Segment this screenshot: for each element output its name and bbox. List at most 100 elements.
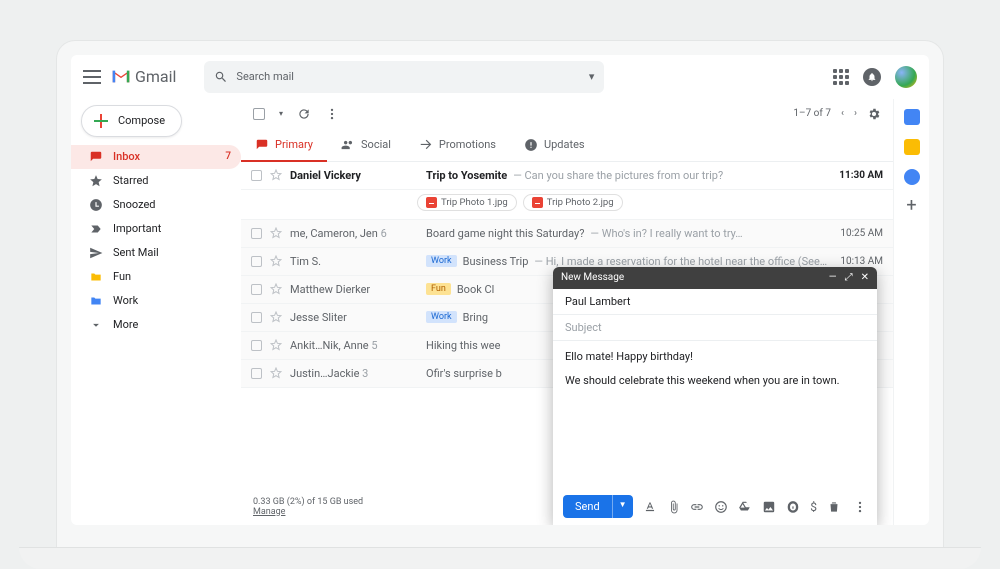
compose-header[interactable]: New Message — ⤢ ✕ <box>553 267 877 289</box>
sidebar-item-fun[interactable]: Fun <box>71 265 241 289</box>
sidebar-item-snoozed[interactable]: Snoozed <box>71 193 241 217</box>
keep-icon[interactable] <box>904 139 920 155</box>
image-icon[interactable] <box>762 500 776 514</box>
screen: Gmail Search mail ▾ Compose <box>71 55 929 525</box>
nav-label: Sent Mail <box>113 246 159 259</box>
tab-icon <box>341 138 355 152</box>
folder-blue-icon <box>89 294 103 308</box>
email-checkbox[interactable] <box>251 228 262 239</box>
laptop-frame: Gmail Search mail ▾ Compose <box>57 41 943 553</box>
sidebar-item-important[interactable]: Important <box>71 217 241 241</box>
email-sender: Justin…Jackie 3 <box>290 367 418 380</box>
tab-icon <box>419 138 433 152</box>
format-icon[interactable] <box>643 500 657 514</box>
email-subject: Trip to Yosemite — Can you share the pic… <box>426 169 829 182</box>
nav-count: 7 <box>225 151 231 162</box>
star-icon <box>89 174 103 188</box>
addons-plus-icon[interactable]: + <box>906 199 916 213</box>
more-icon[interactable] <box>325 107 339 121</box>
search-bar[interactable]: Search mail ▾ <box>204 61 604 93</box>
email-sender: Jesse Sliter <box>290 311 418 324</box>
email-checkbox[interactable] <box>251 340 262 351</box>
inbox-icon <box>89 150 103 164</box>
account-avatar[interactable] <box>895 66 917 88</box>
expand-icon[interactable]: ⤢ <box>845 272 853 283</box>
tab-social[interactable]: Social <box>327 129 405 161</box>
sidebar-item-inbox[interactable]: Inbox 7 <box>71 145 241 169</box>
sidebar-item-sent-mail[interactable]: Sent Mail <box>71 241 241 265</box>
sidebar-item-more[interactable]: More <box>71 313 241 337</box>
tab-promotions[interactable]: Promotions <box>405 129 510 161</box>
star-icon[interactable] <box>270 339 282 351</box>
attachment-chip[interactable]: Trip Photo 1.jpg <box>417 194 517 211</box>
star-icon[interactable] <box>270 311 282 323</box>
star-icon[interactable] <box>270 367 282 379</box>
attachment-chip[interactable]: Trip Photo 2.jpg <box>523 194 623 211</box>
star-icon[interactable] <box>270 255 282 267</box>
delete-draft-icon[interactable] <box>827 500 841 514</box>
close-icon[interactable]: ✕ <box>861 272 869 283</box>
star-icon[interactable] <box>270 283 282 295</box>
page-info: 1–7 of 7 <box>793 108 831 119</box>
email-sender: Matthew Dierker <box>290 283 418 296</box>
attach-icon[interactable] <box>667 500 681 514</box>
link-icon[interactable] <box>690 500 704 514</box>
star-icon[interactable] <box>270 227 282 239</box>
compose-to-field[interactable]: Paul Lambert <box>553 289 877 315</box>
search-options-icon[interactable]: ▾ <box>589 70 595 83</box>
emoji-icon[interactable] <box>714 500 728 514</box>
sidebar-item-starred[interactable]: Starred <box>71 169 241 193</box>
select-dropdown-icon[interactable]: ▾ <box>279 109 283 118</box>
send-icon <box>89 246 103 260</box>
calendar-icon[interactable] <box>904 109 920 125</box>
file-icon <box>426 197 437 208</box>
email-time: 10:13 AM <box>837 256 883 267</box>
email-time: 11:30 AM <box>837 170 883 181</box>
minimize-icon[interactable]: — <box>829 272 837 283</box>
money-icon[interactable]: $ <box>810 500 817 514</box>
nav-label: Inbox <box>113 150 140 163</box>
settings-icon[interactable] <box>867 107 881 121</box>
nav-label: Important <box>113 222 161 235</box>
email-checkbox[interactable] <box>251 170 262 181</box>
product-name: Gmail <box>135 67 176 86</box>
compose-body[interactable]: Ello mate! Happy birthday! We should cel… <box>553 341 877 489</box>
compose-more-icon[interactable] <box>853 500 867 514</box>
next-page-icon[interactable]: › <box>854 108 857 119</box>
compose-subject-field[interactable]: Subject <box>553 315 877 341</box>
tab-icon <box>255 138 269 152</box>
menu-icon[interactable] <box>83 70 101 84</box>
compose-footer: Send ▼ $ <box>553 489 877 525</box>
send-options-icon[interactable]: ▼ <box>612 495 633 518</box>
drive-icon[interactable] <box>738 500 752 514</box>
prev-page-icon[interactable]: ‹ <box>841 108 844 119</box>
email-sender: Tim S. <box>290 255 418 268</box>
email-sender: Daniel Vickery <box>290 169 418 182</box>
compose-button[interactable]: Compose <box>81 105 182 137</box>
tab-updates[interactable]: Updates <box>510 129 599 161</box>
confidential-icon[interactable] <box>786 500 800 514</box>
email-row[interactable]: Daniel Vickery Trip to Yosemite — Can you… <box>241 162 893 190</box>
email-checkbox[interactable] <box>251 284 262 295</box>
refresh-icon[interactable] <box>297 107 311 121</box>
gmail-logo: Gmail <box>111 67 176 86</box>
send-button[interactable]: Send <box>563 495 612 518</box>
sidebar-item-work[interactable]: Work <box>71 289 241 313</box>
select-all-checkbox[interactable] <box>253 108 265 120</box>
email-checkbox[interactable] <box>251 256 262 267</box>
email-checkbox[interactable] <box>251 368 262 379</box>
email-checkbox[interactable] <box>251 312 262 323</box>
email-row[interactable]: me, Cameron, Jen 6Board game night this … <box>241 220 893 248</box>
apps-icon[interactable] <box>833 69 849 85</box>
tasks-icon[interactable] <box>904 169 920 185</box>
clock-icon <box>89 198 103 212</box>
folder-yellow-icon <box>89 270 103 284</box>
nav-label: More <box>113 318 138 331</box>
star-icon[interactable] <box>270 169 282 181</box>
nav-label: Fun <box>113 270 131 283</box>
compose-label: Compose <box>118 114 165 127</box>
notifications-icon[interactable] <box>863 68 881 86</box>
search-placeholder: Search mail <box>236 70 294 83</box>
tab-primary[interactable]: Primary <box>241 129 327 161</box>
compose-window: New Message — ⤢ ✕ Paul Lambert Subject E… <box>553 267 877 525</box>
